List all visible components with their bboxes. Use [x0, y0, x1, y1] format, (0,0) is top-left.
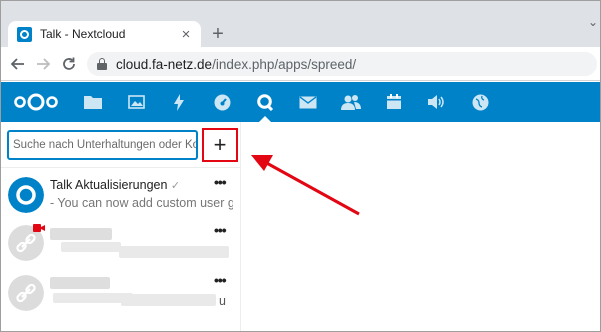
main-content [242, 122, 600, 331]
divider [1, 167, 241, 168]
new-tab-button[interactable]: + [208, 24, 228, 44]
talk-updates-avatar-icon [8, 177, 44, 213]
video-camera-icon [33, 224, 45, 232]
conversation-item-talk-updates[interactable]: Talk Aktualisierungen ✓ - You can now ad… [1, 172, 241, 220]
mail-icon[interactable] [298, 92, 318, 112]
checkmark-icon: ✓ [170, 180, 181, 192]
conversation-last-message: - You can now add custom user gr... [50, 196, 233, 210]
redacted-message [119, 246, 229, 258]
tab-title: Talk - Nextcloud [40, 27, 126, 41]
talk-icon[interactable] [255, 92, 275, 112]
url-path: /index.php/apps/spreed/ [212, 56, 357, 72]
url-omnibox[interactable]: cloud.fa-netz.de/index.php/apps/spreed/ [87, 52, 597, 76]
conversation-name: Talk Aktualisierungen ✓ [50, 178, 181, 192]
activity-icon[interactable] [169, 92, 189, 112]
browser-tab-talk[interactable]: Talk - Nextcloud × [8, 21, 201, 47]
nextcloud-header [1, 82, 600, 122]
redacted-name [50, 228, 112, 240]
more-options-icon[interactable]: ••• [214, 174, 227, 190]
dashboard-gauge-icon[interactable] [212, 92, 232, 112]
nextcloud-logo-icon[interactable] [13, 93, 59, 111]
conversation-item[interactable]: u ••• [1, 272, 241, 320]
nextcloud-favicon-icon [17, 26, 32, 42]
new-conversation-button[interactable]: + [202, 128, 238, 162]
conversations-sidebar: + Talk Aktualisierungen ✓ - You can now … [1, 122, 241, 331]
lock-icon[interactable] [97, 58, 107, 70]
url-host: cloud.fa-netz.de [116, 56, 213, 72]
redacted-text [61, 242, 121, 252]
close-tab-icon[interactable]: × [177, 25, 195, 43]
address-bar: cloud.fa-netz.de/index.php/apps/spreed/ [1, 47, 600, 81]
calendar-icon[interactable] [384, 92, 404, 112]
tab-strip: Talk - Nextcloud × + ⌄ [1, 1, 600, 47]
contacts-icon[interactable] [341, 92, 361, 112]
search-input[interactable] [7, 130, 198, 160]
chevron-down-icon[interactable]: ⌄ [588, 15, 598, 29]
conversation-item[interactable]: ••• [1, 222, 241, 270]
globe-icon[interactable] [470, 92, 490, 112]
photos-icon[interactable] [126, 92, 146, 112]
reload-icon[interactable] [58, 53, 80, 75]
redacted-message [121, 294, 216, 306]
browser-window: Talk - Nextcloud × + ⌄ cloud.fa-netz.de/… [0, 0, 601, 332]
back-icon[interactable] [7, 53, 29, 75]
more-options-icon[interactable]: ••• [214, 222, 227, 238]
redacted-name [50, 277, 110, 289]
link-avatar-icon [8, 275, 44, 311]
url-text: cloud.fa-netz.de/index.php/apps/spreed/ [116, 57, 356, 72]
forward-icon[interactable] [32, 53, 54, 75]
announcements-speaker-icon[interactable] [427, 92, 447, 112]
more-options-icon[interactable]: ••• [214, 272, 227, 288]
files-folder-icon[interactable] [83, 92, 103, 112]
conversation-last-message: u [219, 294, 226, 308]
